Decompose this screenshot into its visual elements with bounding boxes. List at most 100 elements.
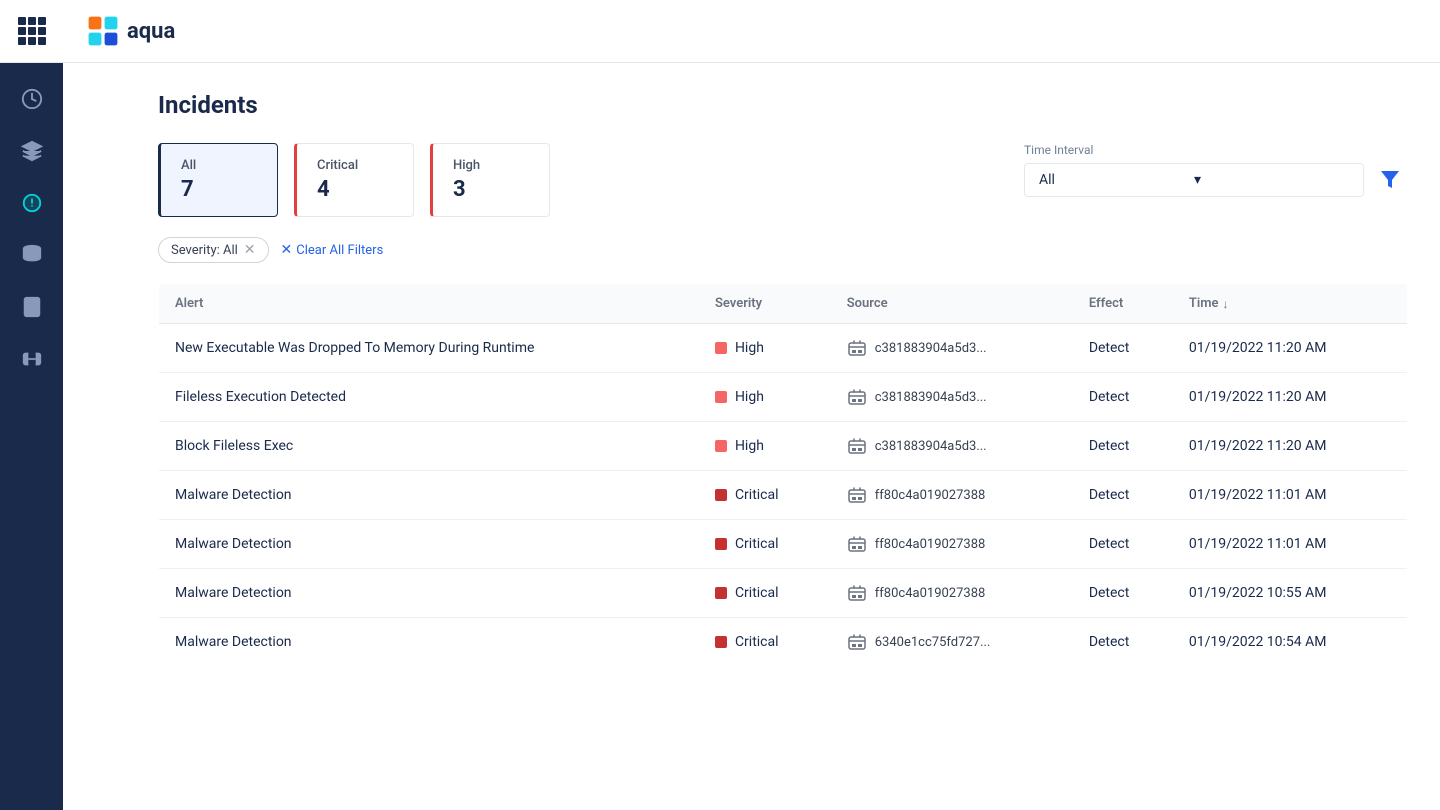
time-interval-label: Time Interval [1024, 143, 1408, 157]
clear-all-label: Clear All Filters [296, 243, 383, 258]
row-2-alert: Block Fileless Exec [159, 422, 699, 471]
table-row[interactable]: Malware DetectionCritical ff80c4a0190273… [159, 471, 1408, 520]
summary-card-all-label: All [181, 158, 257, 173]
source-value: 6340e1cc75fd727... [875, 635, 991, 650]
summary-cards: All 7 Critical 4 High 3 [158, 143, 558, 217]
severity-label: High [735, 438, 764, 454]
row-5-severity: Critical [699, 569, 831, 618]
table-row[interactable]: Malware DetectionCritical ff80c4a0190273… [159, 520, 1408, 569]
integrations-icon [21, 348, 43, 374]
summary-card-all[interactable]: All 7 [158, 143, 278, 217]
severity-filter-close-icon[interactable]: ✕ [244, 242, 256, 258]
sidebar-item-layers[interactable] [10, 235, 54, 279]
severity-label: Critical [735, 585, 779, 601]
row-5-source: ff80c4a019027388 [831, 569, 1073, 618]
row-2-time: 01/19/2022 11:20 AM [1173, 422, 1408, 471]
severity-label: High [735, 389, 764, 405]
app-title: aqua [127, 19, 175, 44]
clear-all-filters-button[interactable]: ✕ Clear All Filters [281, 242, 384, 258]
row-6-alert: Malware Detection [159, 618, 699, 667]
severity-dot-icon [715, 587, 727, 599]
sidebar-item-reports[interactable] [10, 287, 54, 331]
time-interval-group: Time Interval All ▾ [1024, 143, 1408, 198]
col-time[interactable]: Time ↓ [1173, 284, 1408, 324]
sidebar [0, 0, 63, 810]
source-value: ff80c4a019027388 [875, 488, 986, 503]
container-icon [847, 436, 867, 456]
summary-card-all-count: 7 [181, 177, 257, 202]
sidebar-item-integrations[interactable] [10, 339, 54, 383]
row-2-effect: Detect [1073, 422, 1173, 471]
aqua-logo-icon [87, 15, 119, 47]
row-2-source: c381883904a5d3... [831, 422, 1073, 471]
row-1-alert: Fileless Execution Detected [159, 373, 699, 422]
row-4-severity: Critical [699, 520, 831, 569]
col-source: Source [831, 284, 1073, 324]
source-value: ff80c4a019027388 [875, 586, 986, 601]
severity-label: Critical [735, 487, 779, 503]
container-icon [847, 583, 867, 603]
aqua-logo: aqua [87, 15, 175, 47]
severity-filter-tag[interactable]: Severity: All ✕ [158, 237, 269, 263]
summary-card-critical-count: 4 [317, 177, 393, 202]
col-effect: Effect [1073, 284, 1173, 324]
layers-icon [21, 244, 43, 270]
source-value: c381883904a5d3... [875, 439, 987, 454]
table-row[interactable]: Malware Detection Critical ff80c4a0190273… [159, 569, 1408, 618]
table-row[interactable]: Fileless Execution Detected High c3818839… [159, 373, 1408, 422]
header: aqua [63, 0, 1440, 63]
sidebar-top-bar [0, 0, 63, 63]
summary-card-critical[interactable]: Critical 4 [294, 143, 414, 217]
severity-dot-icon [715, 342, 727, 354]
row-0-source: c381883904a5d3... [831, 324, 1073, 373]
severity-dot-icon [715, 489, 727, 501]
page-title: Incidents [158, 91, 1408, 119]
container-icon [847, 387, 867, 407]
sort-arrow-icon: ↓ [1222, 297, 1228, 311]
row-1-severity: High [699, 373, 831, 422]
table-header: Alert Severity Source Effect Time ↓ [159, 284, 1408, 324]
row-6-effect: Detect [1073, 618, 1173, 667]
clear-all-x-icon: ✕ [281, 242, 293, 258]
severity-label: High [735, 340, 764, 356]
row-0-effect: Detect [1073, 324, 1173, 373]
time-interval-select[interactable]: All ▾ [1024, 163, 1364, 197]
container-icon [847, 534, 867, 554]
severity-label: Critical [735, 634, 779, 650]
container-icon [847, 338, 867, 358]
summary-card-critical-label: Critical [317, 158, 393, 173]
table-row[interactable]: Malware Detection Critical 6340e1cc75fd72… [159, 618, 1408, 667]
sidebar-item-dashboard[interactable] [10, 79, 54, 123]
row-4-effect: Detect [1073, 520, 1173, 569]
severity-dot-icon [715, 636, 727, 648]
container-icon [847, 632, 867, 652]
sidebar-nav [0, 63, 63, 383]
sidebar-item-workloads[interactable] [10, 131, 54, 175]
reports-icon [21, 296, 43, 322]
apps-grid-icon[interactable] [18, 17, 46, 45]
filter-button[interactable] [1372, 161, 1408, 197]
summary-card-high-label: High [453, 158, 529, 173]
source-value: c381883904a5d3... [875, 390, 987, 405]
summary-filter-row: All 7 Critical 4 High 3 Time Interval Al… [158, 143, 1408, 217]
row-0-alert: New Executable Was Dropped To Memory Dur… [159, 324, 699, 373]
severity-dot-icon [715, 391, 727, 403]
incidents-icon [21, 192, 43, 218]
severity-dot-icon [715, 440, 727, 452]
table-row[interactable]: New Executable Was Dropped To Memory Dur… [159, 324, 1408, 373]
table-row[interactable]: Block Fileless Exec High c381883904a5d3..… [159, 422, 1408, 471]
filter-funnel-icon [1379, 168, 1401, 190]
row-4-source: ff80c4a019027388 [831, 520, 1073, 569]
summary-card-high[interactable]: High 3 [430, 143, 550, 217]
row-5-time: 01/19/2022 10:55 AM [1173, 569, 1408, 618]
table-body: New Executable Was Dropped To Memory Dur… [159, 324, 1408, 667]
row-6-severity: Critical [699, 618, 831, 667]
row-3-source: ff80c4a019027388 [831, 471, 1073, 520]
row-3-time: 01/19/2022 11:01 AM [1173, 471, 1408, 520]
incidents-table: Alert Severity Source Effect Time ↓ [158, 283, 1408, 667]
main-content: Incidents All 7 Critical 4 High 3 Time I… [126, 63, 1440, 810]
row-5-alert: Malware Detection [159, 569, 699, 618]
source-value: c381883904a5d3... [875, 341, 987, 356]
chevron-down-icon: ▾ [1194, 172, 1349, 188]
sidebar-item-incidents[interactable] [10, 183, 54, 227]
